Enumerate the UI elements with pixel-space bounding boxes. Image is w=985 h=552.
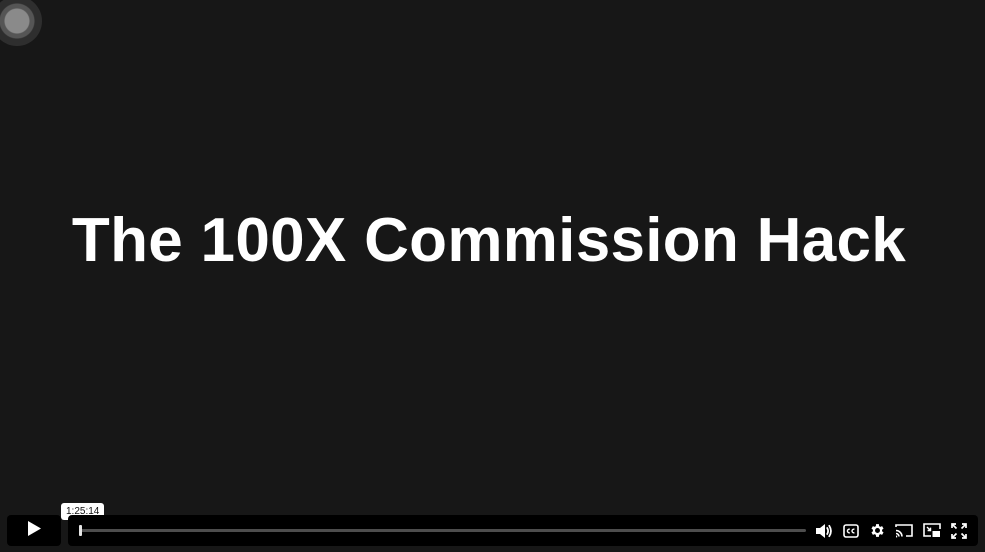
control-strip xyxy=(7,515,978,546)
gear-icon xyxy=(869,522,886,539)
captions-button[interactable] xyxy=(837,515,864,546)
volume-icon xyxy=(815,523,833,539)
progress-handle[interactable] xyxy=(79,525,82,536)
control-bar xyxy=(68,515,978,546)
loading-indicator xyxy=(0,0,42,46)
fullscreen-button[interactable] xyxy=(945,515,972,546)
fullscreen-icon xyxy=(950,522,967,539)
settings-button[interactable] xyxy=(864,515,891,546)
picture-in-picture-icon xyxy=(922,523,941,538)
video-player[interactable]: The 100X Commission Hack 1:25:14 xyxy=(0,0,985,552)
play-button[interactable] xyxy=(7,515,61,546)
video-title-frame: The 100X Commission Hack xyxy=(71,206,907,275)
volume-button[interactable] xyxy=(810,515,837,546)
progress-bar[interactable] xyxy=(79,525,806,536)
control-icons xyxy=(810,515,972,546)
play-icon xyxy=(26,520,42,542)
pip-button[interactable] xyxy=(918,515,945,546)
closed-captions-icon xyxy=(842,523,859,538)
cast-button[interactable] xyxy=(891,515,918,546)
cast-icon xyxy=(895,523,914,538)
